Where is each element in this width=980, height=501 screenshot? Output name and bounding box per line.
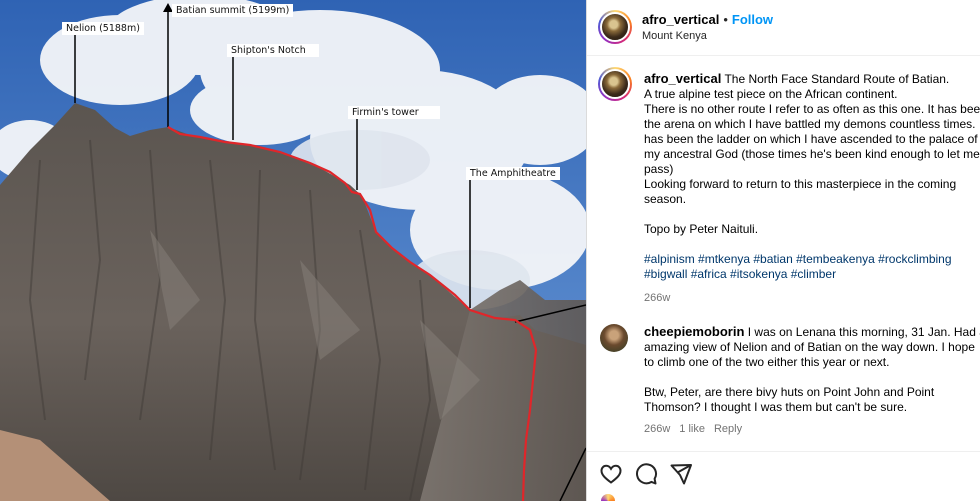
caption-line: the arena on which I have battled my dem… [644,117,980,131]
author-avatar[interactable] [598,10,632,44]
reply-button[interactable]: Reply [714,423,742,435]
comment-line: to climb one of the two either this year… [644,355,890,369]
comment-line: Thomson? I thought I was them but can't … [644,400,908,414]
post-header: afro_vertical • Follow Mount Kenya [587,0,980,56]
separator-dot: • [723,12,728,27]
caption-line: A true alpine test piece on the African … [644,87,898,101]
caption-line: Topo by Peter Naituli. [644,222,759,236]
label-batian-summit: Batian summit (5199m) [172,4,294,17]
comment-icon[interactable] [634,462,658,486]
comment-likes[interactable]: 1 like [679,423,705,435]
caption-avatar[interactable] [598,67,632,101]
caption-text: afro_vertical The North Face Standard Ro… [644,71,980,282]
caption-line: my ancestral God (those times he's been … [644,147,980,161]
hashtags-line[interactable]: #alpinism #mtkenya #batian #tembeakenya … [644,252,980,267]
label-amphitheatre: The Amphitheatre [466,167,560,180]
post-photo[interactable]: Batian summit (5199m) Nelion (5188m) Shi… [0,0,586,501]
liker-avatar [601,494,615,501]
caption-line: There is no other route I refer to as of… [644,102,980,116]
caption-line: The North Face Standard Route of Batian. [724,72,950,86]
label-nelion: Nelion (5188m) [62,22,144,35]
comment-line: Btw, Peter, are there bivy huts on Point… [644,385,935,399]
post-location[interactable]: Mount Kenya [642,30,707,42]
comment-age[interactable]: 266w [644,423,670,435]
caption-line: season. [644,192,687,206]
caption-username[interactable]: afro_vertical [644,71,721,86]
comment-text: cheepiemoborin I was on Lenana this morn… [644,324,980,415]
heart-icon[interactable] [599,462,623,486]
follow-button[interactable]: Follow [732,12,773,27]
hashtags-line[interactable]: #bigwall #africa #itsokenya #climber [644,267,980,282]
caption-blank [644,237,980,252]
comment-line: amazing view of Nelion and of Batian on … [644,340,975,354]
caption-meta: 266w [644,292,679,304]
comment-meta: 266w 1 like Reply [644,423,751,435]
caption-line: pass) [644,162,674,176]
post-side-panel: afro_vertical • Follow Mount Kenya afro_ve… [586,0,980,501]
post-actions-bar [587,451,980,501]
caption-line: has been the ladder on which I have asce… [644,132,978,146]
caption-blank [644,207,980,222]
label-firmins-tower: Firmin's tower [348,106,440,119]
comments-section[interactable]: afro_vertical The North Face Standard Ro… [587,57,980,451]
commenter-username[interactable]: cheepiemoborin [644,324,744,339]
commenter-avatar[interactable] [600,324,628,352]
caption-line: Looking forward to return to this master… [644,177,957,191]
label-shiptons-notch: Shipton's Notch [227,44,319,57]
caption-age[interactable]: 266w [644,292,670,304]
author-username[interactable]: afro_vertical [642,12,719,27]
comment-line: I was on Lenana this morning, 31 Jan. Ha… [747,325,980,339]
comment-blank [644,370,980,385]
mountain-photo [0,0,586,501]
share-icon[interactable] [669,462,693,486]
